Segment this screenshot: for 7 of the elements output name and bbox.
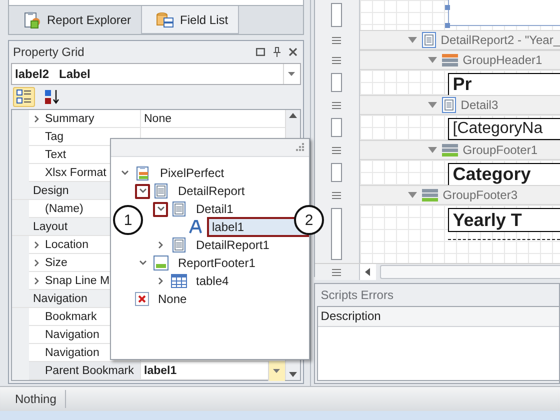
category-label: Layout — [33, 220, 68, 232]
callout-number: 1 — [113, 205, 143, 235]
category-label: Navigation — [33, 292, 88, 304]
panel-title: Scripts Errors — [320, 287, 394, 304]
status-text: Nothing — [0, 390, 66, 408]
category-label: Design — [33, 184, 69, 196]
panel-title: Property Grid — [13, 45, 84, 59]
